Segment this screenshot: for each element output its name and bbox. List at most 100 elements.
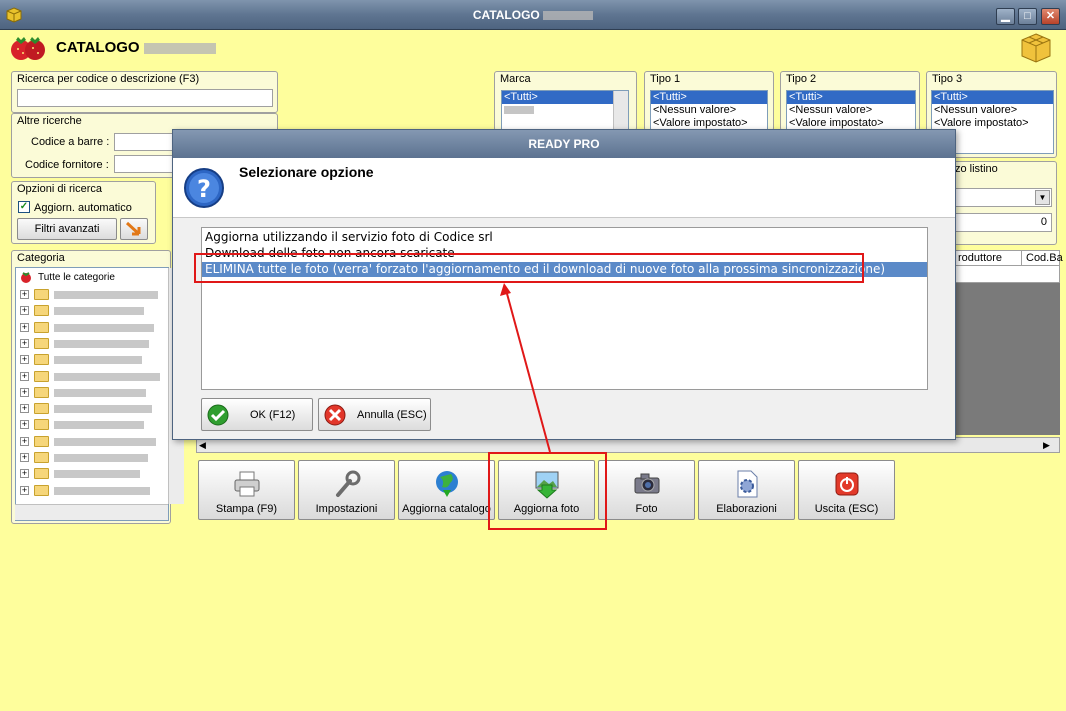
search-input[interactable]	[17, 89, 273, 107]
expand-icon[interactable]: +	[20, 485, 29, 495]
cancel-button-label: Annulla (ESC)	[357, 409, 427, 421]
category-tree-item[interactable]: +	[20, 466, 170, 482]
column-divider	[1021, 251, 1022, 265]
exit-button[interactable]: Uscita (ESC)	[798, 460, 895, 520]
expand-icon[interactable]: +	[20, 404, 29, 414]
tipo2-list[interactable]: <Tutti> <Nessun valore> <Valore impostat…	[786, 90, 916, 130]
category-tree-item[interactable]: +	[20, 336, 170, 352]
blurred-category-name	[54, 388, 146, 397]
expand-icon[interactable]: +	[20, 306, 29, 316]
expand-icon[interactable]: +	[20, 322, 29, 332]
tipo1-item[interactable]: <Nessun valore>	[651, 104, 767, 117]
listino-select[interactable]: ▼	[955, 188, 1052, 207]
category-root-label[interactable]: Tutte le categorie	[38, 272, 115, 283]
options-dialog: READY PRO ? Selezionare opzione Aggiorna…	[172, 129, 956, 440]
highlight-delete-option	[194, 253, 864, 283]
category-tree-item[interactable]: +	[20, 483, 170, 499]
grid-header: roduttore Cod.Ba	[954, 250, 1063, 266]
category-tree-item[interactable]: +	[20, 385, 170, 401]
update-catalog-button[interactable]: Aggiorna catalogo	[398, 460, 495, 520]
blurred-category-name	[54, 437, 156, 446]
category-tree-item[interactable]: +	[20, 434, 170, 450]
category-horizontal-scrollbar[interactable]	[15, 504, 168, 520]
chevron-down-icon[interactable]: ▼	[1035, 190, 1050, 205]
category-tree-item[interactable]: +	[20, 287, 170, 303]
grid-column-barcode[interactable]: Cod.Ba	[1026, 252, 1063, 264]
tipo3-item[interactable]: <Tutti>	[932, 91, 1053, 104]
marca-item[interactable]: <Tutti>	[502, 91, 628, 104]
minimize-button[interactable]: ▁	[996, 8, 1015, 25]
folder-icon	[34, 305, 49, 317]
window-title: CATALOGO	[0, 8, 1066, 22]
blurred-name	[143, 42, 216, 54]
category-tree-item[interactable]: +	[20, 401, 170, 417]
tipo2-item[interactable]: <Nessun valore>	[787, 104, 915, 117]
svg-text:?: ?	[197, 175, 211, 203]
ok-button-label: OK (F12)	[250, 409, 296, 421]
tipo1-group: Tipo 1 <Tutti> <Nessun valore> <Valore i…	[644, 71, 774, 131]
ok-button[interactable]: OK (F12)	[201, 398, 313, 431]
strawberry-small-icon	[21, 272, 31, 283]
category-tree-item[interactable]: +	[20, 303, 170, 319]
tipo3-item[interactable]: <Nessun valore>	[932, 104, 1053, 117]
supplier-code-label: Codice fornitore :	[25, 159, 109, 171]
scroll-left-icon[interactable]: ◀	[199, 440, 206, 451]
photo-button[interactable]: Foto	[598, 460, 695, 520]
grid-body[interactable]	[954, 283, 1060, 435]
catalog-cube-icon	[1021, 33, 1051, 63]
marca-scrollbar[interactable]	[613, 91, 628, 129]
tipo2-item[interactable]: <Tutti>	[787, 91, 915, 104]
cancel-button[interactable]: Annulla (ESC)	[318, 398, 431, 431]
print-button[interactable]: Stampa (F9)	[198, 460, 295, 520]
folder-icon	[34, 370, 49, 382]
expand-icon[interactable]: +	[20, 453, 29, 462]
tipo1-item[interactable]: <Tutti>	[651, 91, 767, 104]
blurred-category-name	[54, 291, 158, 299]
expand-icon[interactable]: +	[20, 420, 29, 430]
folder-icon	[34, 289, 49, 300]
scroll-right-icon[interactable]: ▶	[1043, 440, 1050, 451]
folder-icon	[34, 354, 49, 366]
grid-row[interactable]	[954, 266, 1060, 283]
blurred-category-name	[54, 421, 144, 430]
update-catalog-button-label: Aggiorna catalogo	[402, 503, 491, 515]
category-tree-item[interactable]: +	[20, 320, 170, 336]
blurred-name	[543, 11, 594, 21]
option-use-photo-service[interactable]: Aggiorna utilizzando il servizio foto di…	[205, 230, 493, 245]
expand-icon[interactable]: +	[20, 469, 29, 479]
category-tree-item[interactable]: +	[20, 352, 170, 368]
expand-icon[interactable]: +	[20, 371, 29, 381]
close-button[interactable]: ✕	[1041, 8, 1060, 25]
category-tree-item[interactable]: +	[20, 417, 170, 433]
grid-column-producer[interactable]: roduttore	[955, 252, 1002, 264]
processing-button[interactable]: Elaborazioni	[698, 460, 795, 520]
advanced-filters-arrow-button[interactable]	[120, 218, 148, 240]
folder-icon	[34, 452, 49, 463]
globe-icon	[436, 471, 458, 497]
page-title: CATALOGO	[56, 39, 216, 56]
camera-icon	[634, 473, 660, 494]
tipo3-label: Tipo 3	[932, 73, 963, 85]
auto-update-label: Aggiorn. automatico	[34, 202, 132, 214]
marca-list[interactable]: <Tutti>	[501, 90, 629, 130]
expand-icon[interactable]: +	[20, 387, 29, 397]
expand-icon[interactable]: +	[20, 338, 29, 348]
tipo1-list[interactable]: <Tutti> <Nessun valore> <Valore impostat…	[650, 90, 768, 130]
auto-update-checkbox[interactable]: ✓	[18, 201, 30, 213]
search-code-group: Ricerca per codice o descrizione (F3)	[11, 71, 278, 113]
expand-icon[interactable]: +	[20, 290, 29, 299]
expand-icon[interactable]: +	[20, 355, 29, 365]
options-list[interactable]: Aggiorna utilizzando il servizio foto di…	[201, 227, 928, 390]
category-tree-item[interactable]: +	[20, 450, 170, 466]
blurred-category-name	[54, 372, 160, 381]
folder-icon	[34, 403, 49, 415]
settings-button[interactable]: Impostazioni	[298, 460, 395, 520]
maximize-button[interactable]: □	[1018, 8, 1037, 25]
document-gear-icon	[737, 470, 758, 498]
marca-item[interactable]	[502, 104, 628, 117]
expand-icon[interactable]: +	[20, 436, 29, 446]
category-tree-item[interactable]: +	[20, 369, 170, 385]
advanced-filters-button[interactable]: Filtri avanzati	[17, 218, 117, 240]
listino-value-field[interactable]: 0	[955, 213, 1052, 232]
folder-icon	[34, 484, 49, 496]
